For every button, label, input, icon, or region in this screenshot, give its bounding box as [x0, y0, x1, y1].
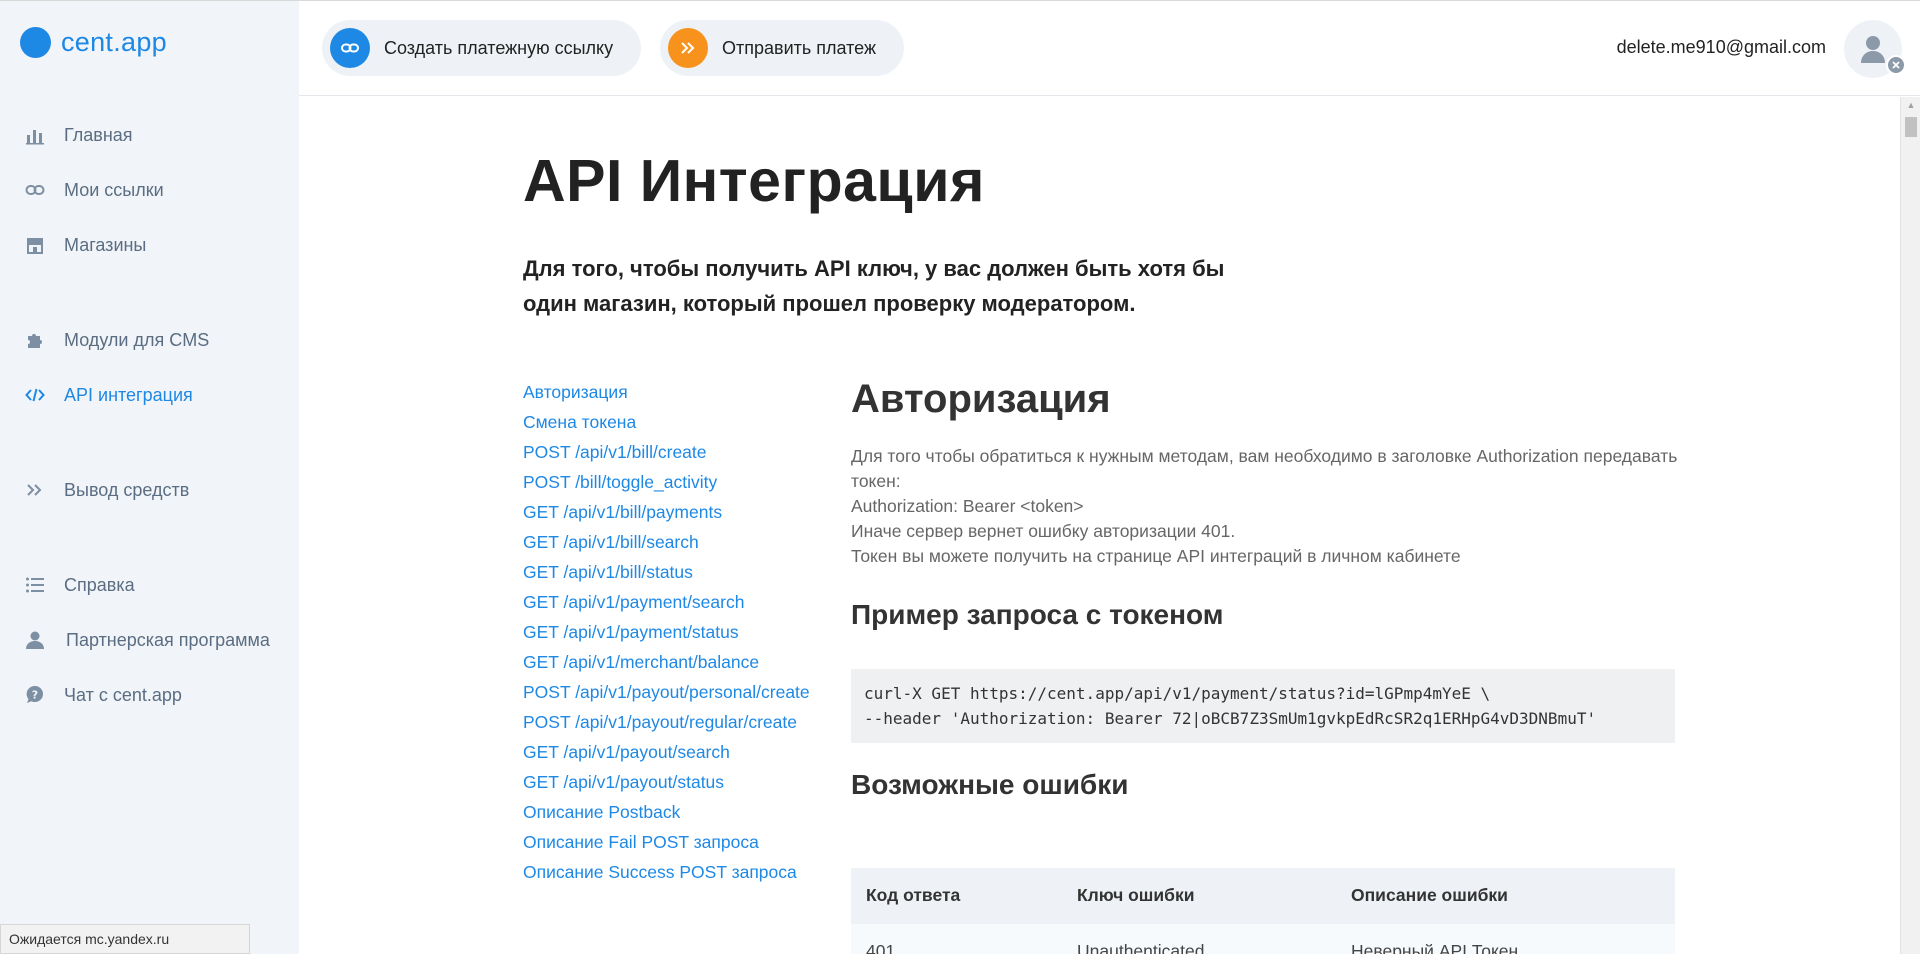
sidebar-item-api-integration[interactable]: API интеграция [24, 384, 193, 406]
table-header-code: Код ответа [866, 885, 961, 905]
desc-line: Authorization: Bearer <token> [851, 496, 1084, 516]
desc-line: Токен вы можете получить на странице API… [851, 546, 1461, 566]
errors-title: Возможные ошибки [851, 769, 1129, 800]
toc-link[interactable]: POST /api/v1/bill/create [523, 440, 823, 465]
sidebar-item-label: Чат с cent.app [64, 684, 182, 705]
toc-link[interactable]: Описание Postback [523, 800, 823, 825]
sidebar-item-label: Вывод средств [64, 479, 190, 500]
toc-link[interactable]: GET /api/v1/bill/payments [523, 500, 823, 525]
toc-link[interactable]: GET /api/v1/payment/search [523, 590, 823, 615]
list-icon [24, 574, 46, 596]
top-header: Создать платежную ссылку Отправить плате… [299, 0, 1920, 96]
toc-link[interactable]: Описание Fail POST запроса [523, 830, 823, 855]
send-payment-button[interactable]: Отправить платеж [660, 20, 905, 76]
main-content: API Интеграция Для того, чтобы получить … [299, 97, 1899, 954]
sidebar-item-label: API интеграция [64, 384, 193, 405]
table-of-contents: Авторизация Смена токена POST /api/v1/bi… [523, 380, 823, 890]
puzzle-icon [24, 329, 46, 351]
code-icon [24, 384, 46, 406]
toc-link[interactable]: GET /api/v1/bill/search [523, 530, 823, 555]
browser-status-bar: Ожидается mc.yandex.ru [0, 924, 250, 954]
toc-link[interactable]: GET /api/v1/payout/search [523, 740, 823, 765]
section-title: Авторизация [851, 377, 1111, 421]
toc-link[interactable]: Авторизация [523, 380, 823, 405]
table-cell: Неверный API Токен [1351, 941, 1519, 954]
double-arrow-icon [668, 28, 708, 68]
toc-link[interactable]: POST /api/v1/payout/regular/create [523, 710, 823, 735]
sidebar-item-label: Магазины [64, 234, 147, 255]
logo[interactable]: cent.app [20, 27, 167, 58]
logo-text-tail: app [121, 27, 167, 57]
close-icon[interactable] [1886, 55, 1906, 75]
code-line: curl-X GET https://cent.app/api/v1/payme… [864, 684, 1491, 703]
create-payment-link-button[interactable]: Создать платежную ссылку [322, 20, 642, 76]
table-cell: Unauthenticated [1077, 941, 1205, 954]
svg-text:?: ? [32, 689, 38, 702]
sidebar-item-cms-modules[interactable]: Модули для CMS [24, 329, 209, 351]
desc-line: Иначе сервер вернет ошибку авторизации 4… [851, 521, 1236, 541]
table-cell: 401 [866, 941, 896, 954]
sidebar-item-stores[interactable]: Магазины [24, 234, 146, 256]
example-title: Пример запроса с токеном [851, 599, 1224, 630]
table-row [851, 924, 1675, 954]
send-payment-label: Отправить платеж [722, 37, 877, 58]
toc-link[interactable]: GET /api/v1/payout/status [523, 770, 823, 795]
toc-link[interactable]: GET /api/v1/payment/status [523, 620, 823, 645]
user-icon [24, 629, 46, 651]
sidebar-item-partner[interactable]: Партнерская программа [24, 629, 270, 651]
vertical-scrollbar[interactable]: ▲ [1900, 97, 1920, 954]
page-title: API Интеграция [523, 148, 985, 214]
section-description: Для того чтобы обратиться к нужным метод… [851, 444, 1681, 569]
link-icon [24, 179, 46, 201]
toc-link[interactable]: POST /api/v1/payout/personal/create [523, 680, 823, 705]
table-header-desc: Описание ошибки [1351, 885, 1508, 905]
toc-link[interactable]: POST /bill/toggle_activity [523, 470, 823, 495]
store-icon [24, 234, 46, 256]
toc-link[interactable]: Описание Success POST запроса [523, 860, 823, 885]
sidebar-item-withdraw[interactable]: Вывод средств [24, 479, 189, 501]
code-block[interactable]: curl-X GET https://cent.app/api/v1/payme… [851, 669, 1675, 743]
logo-text-main: cent. [61, 27, 122, 57]
question-chat-icon: ? [24, 684, 46, 706]
bar-chart-icon [24, 124, 46, 146]
auth-section: Авторизация Для того чтобы обратиться к … [851, 377, 1681, 801]
sidebar-item-label: Партнерская программа [66, 629, 270, 650]
link-icon [330, 28, 370, 68]
sidebar-item-my-links[interactable]: Мои ссылки [24, 179, 164, 201]
desc-line: Для того чтобы обратиться к нужным метод… [851, 446, 1678, 491]
intro-text: Для того, чтобы получить API ключ, у вас… [523, 256, 1225, 316]
user-icon [1861, 36, 1885, 63]
code-line: --header 'Authorization: Bearer 72|oBCB7… [864, 709, 1597, 728]
logo-dot-icon [20, 27, 51, 58]
toc-link[interactable]: GET /api/v1/bill/status [523, 560, 823, 585]
user-email[interactable]: delete.me910@gmail.com [1617, 37, 1826, 58]
sidebar-item-help[interactable]: Справка [24, 574, 135, 596]
sidebar-item-label: Главная [64, 124, 133, 145]
sidebar-item-label: Модули для CMS [64, 329, 210, 350]
sidebar: cent.app Главная Мои ссылки Магазины Мод… [0, 0, 299, 954]
toc-link[interactable]: Смена токена [523, 410, 823, 435]
sidebar-item-home[interactable]: Главная [24, 124, 133, 146]
sidebar-item-chat[interactable]: ? Чат с cent.app [24, 684, 182, 706]
sidebar-item-label: Мои ссылки [64, 179, 164, 200]
toc-link[interactable]: GET /api/v1/merchant/balance [523, 650, 823, 675]
errors-table: Код ответа Ключ ошибки Описание ошибки 4… [851, 868, 1675, 954]
sidebar-item-label: Справка [64, 574, 135, 595]
scrollbar-thumb[interactable] [1905, 117, 1917, 137]
table-header-key: Ключ ошибки [1077, 885, 1195, 905]
scroll-up-arrow-icon[interactable]: ▲ [1901, 97, 1920, 113]
double-arrow-icon [24, 479, 46, 501]
create-payment-link-label: Создать платежную ссылку [384, 37, 614, 58]
